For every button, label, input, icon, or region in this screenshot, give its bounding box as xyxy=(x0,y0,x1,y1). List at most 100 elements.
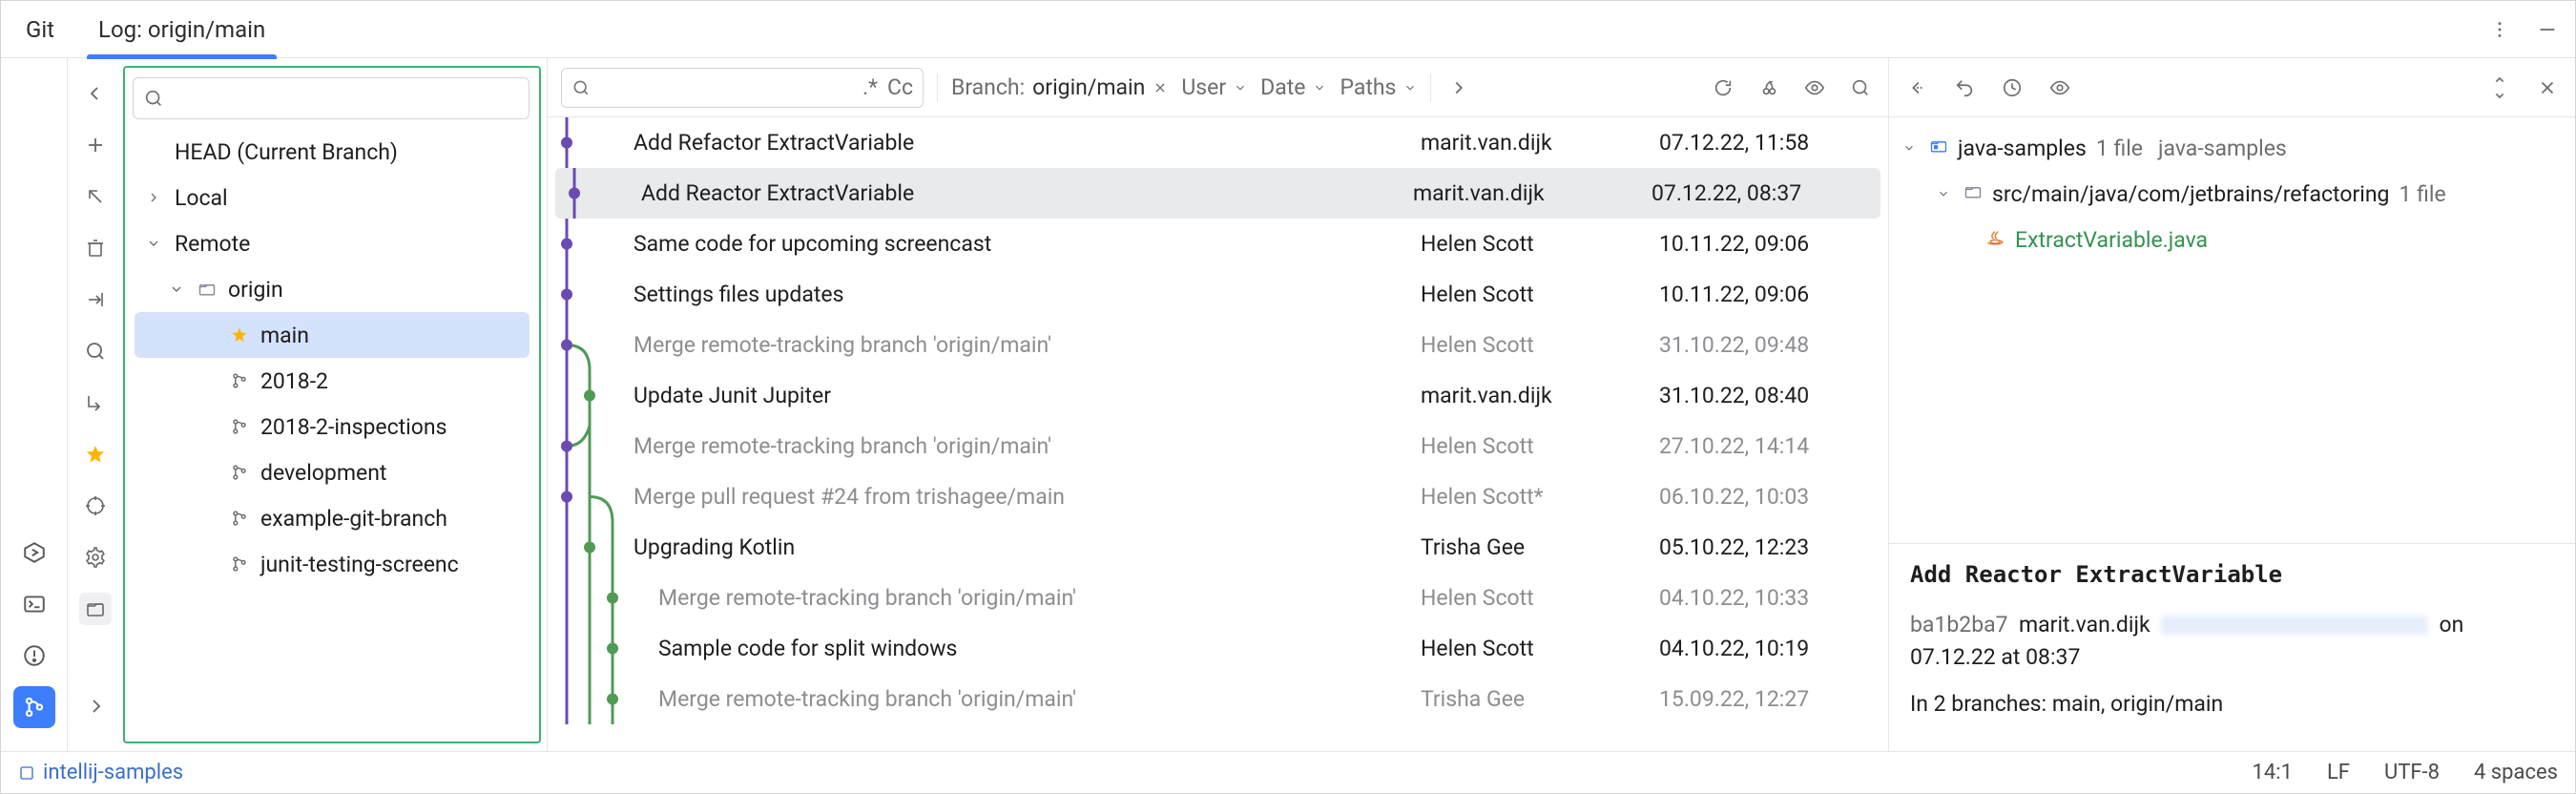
status-eol[interactable]: LF xyxy=(2327,761,2350,784)
commit-graph xyxy=(548,573,634,623)
terminal-icon[interactable] xyxy=(13,583,55,625)
commit-list[interactable]: Add Refactor ExtractVariablemarit.van.di… xyxy=(548,117,1888,751)
new-branch-plus-icon[interactable] xyxy=(79,129,112,161)
commit-row[interactable]: Merge remote-tracking branch 'origin/mai… xyxy=(548,674,1888,724)
commit-row[interactable]: Same code for upcoming screencastHelen S… xyxy=(548,219,1888,269)
commit-author: marit.van.dijk xyxy=(1421,130,1659,156)
user-filter[interactable]: User xyxy=(1181,74,1247,100)
cherry-pick-icon[interactable] xyxy=(1755,73,1783,102)
revert-icon[interactable] xyxy=(1950,73,1979,102)
date-filter[interactable]: Date xyxy=(1260,74,1326,100)
commit-date: 31.10.22, 09:48 xyxy=(1659,332,1869,358)
commit-message: Merge remote-tracking branch 'origin/mai… xyxy=(634,433,1421,459)
close-icon[interactable] xyxy=(1153,80,1168,95)
git-tab[interactable]: Git xyxy=(14,1,66,58)
services-icon[interactable] xyxy=(13,532,55,574)
target-icon[interactable] xyxy=(79,490,112,522)
tool-window-tabs: Git Log: origin/main xyxy=(1,1,2575,58)
status-caret[interactable]: 14:1 xyxy=(2253,761,2293,784)
log-side-toolbar xyxy=(68,58,123,751)
branch-origin-main[interactable]: main xyxy=(135,312,530,358)
commit-row[interactable]: Merge remote-tracking branch 'origin/mai… xyxy=(548,421,1888,471)
tree-path[interactable]: src/main/java/com/jetbrains/refactoring … xyxy=(1902,171,2562,217)
commit-date: 07.12.22, 08:37 xyxy=(1652,180,1861,206)
tree-root[interactable]: java-samples 1 file java-samples xyxy=(1902,125,2562,171)
hide-icon[interactable] xyxy=(2533,15,2562,44)
commit-row[interactable]: Merge remote-tracking branch 'origin/mai… xyxy=(548,573,1888,623)
expand-collapse-icon[interactable] xyxy=(2485,73,2514,102)
refresh-icon[interactable] xyxy=(1709,73,1737,102)
checkout-icon[interactable] xyxy=(79,180,112,213)
commit-row[interactable]: Add Reactor ExtractVariablemarit.van.dij… xyxy=(555,168,1880,219)
commit-row[interactable]: Settings files updatesHelen Scott10.11.2… xyxy=(548,269,1888,320)
commit-date: 05.10.22, 12:23 xyxy=(1659,534,1869,560)
show-diff-arrow-icon[interactable] xyxy=(79,387,112,419)
jump-to-source-icon[interactable] xyxy=(1902,73,1931,102)
branches-panel: HEAD (Current Branch) Local Remote origi… xyxy=(123,66,541,743)
case-toggle[interactable]: Cc xyxy=(887,74,913,100)
status-encoding[interactable]: UTF-8 xyxy=(2384,761,2440,784)
log-tab[interactable]: Log: origin/main xyxy=(87,1,277,58)
commit-date: 04.10.22, 10:33 xyxy=(1659,585,1869,611)
settings-gear-icon[interactable] xyxy=(79,541,112,574)
commit-author: Helen Scott xyxy=(1421,332,1659,358)
branch-filter[interactable]: Branch: origin/main xyxy=(951,74,1168,100)
branch-origin-2018-2-inspections[interactable]: 2018-2-inspections xyxy=(125,404,539,449)
collapse-icon[interactable] xyxy=(79,77,112,110)
branch-origin-example-git-branch[interactable]: example-git-branch xyxy=(125,495,539,541)
branch-icon xyxy=(230,417,251,436)
status-indent[interactable]: 4 spaces xyxy=(2474,761,2558,784)
expand-icon[interactable] xyxy=(79,690,112,722)
eye-icon[interactable] xyxy=(2046,73,2074,102)
branch-label: development xyxy=(260,460,386,486)
commits-search-input[interactable]: .* Cc xyxy=(561,68,924,108)
tree-file[interactable]: ExtractVariable.java xyxy=(1902,217,2562,262)
branch-origin-development[interactable]: development xyxy=(125,449,539,495)
commit-row[interactable]: Merge pull request #24 from trishagee/ma… xyxy=(548,471,1888,522)
favorite-star-icon[interactable] xyxy=(79,438,112,470)
folder-icon xyxy=(197,280,218,299)
problems-icon[interactable] xyxy=(13,635,55,677)
regex-toggle[interactable]: .* xyxy=(862,74,878,100)
eye-preview-icon[interactable] xyxy=(1800,73,1829,102)
commit-row[interactable]: Update Junit Jupitermarit.van.dijk31.10.… xyxy=(548,370,1888,421)
tree-root-tail: java-samples xyxy=(2158,136,2287,161)
compare-diff-icon[interactable] xyxy=(79,283,112,316)
commit-message: Merge remote-tracking branch 'origin/mai… xyxy=(634,332,1421,358)
changes-tree[interactable]: java-samples 1 file java-samples src/mai… xyxy=(1889,117,2575,266)
tree-file-label: ExtractVariable.java xyxy=(2015,227,2208,253)
search-icon[interactable] xyxy=(1846,73,1875,102)
chevron-down-icon xyxy=(1234,81,1247,94)
branch-remote-group[interactable]: Remote xyxy=(125,220,539,266)
delete-icon[interactable] xyxy=(79,232,112,264)
commits-toolbar: .* Cc Branch: origin/main User Date xyxy=(548,58,1888,117)
commit-graph xyxy=(555,168,641,219)
chevron-right-icon[interactable] xyxy=(1444,73,1473,102)
branch-origin-group[interactable]: origin xyxy=(125,266,539,312)
tree-path-label: src/main/java/com/jetbrains/refactoring xyxy=(1992,181,2389,207)
commit-row[interactable]: Sample code for split windowsHelen Scott… xyxy=(548,623,1888,674)
group-by-dir-icon[interactable] xyxy=(79,593,112,625)
more-icon[interactable] xyxy=(2485,15,2514,44)
status-project-label: intellij-samples xyxy=(43,761,183,784)
branch-label: junit-testing-screenc xyxy=(260,552,459,577)
commit-graph xyxy=(548,320,634,370)
branches-search-input[interactable] xyxy=(133,77,530,119)
close-right-panel-icon[interactable] xyxy=(2533,73,2562,102)
status-project[interactable]: intellij-samples xyxy=(18,761,183,784)
branch-origin-junit-testing[interactable]: junit-testing-screenc xyxy=(125,541,539,587)
fetch-icon[interactable] xyxy=(79,335,112,367)
branch-local-group[interactable]: Local xyxy=(125,175,539,220)
branch-head[interactable]: HEAD (Current Branch) xyxy=(125,129,539,175)
paths-filter[interactable]: Paths xyxy=(1340,74,1417,100)
branch-filter-value: origin/main xyxy=(1032,74,1145,100)
commit-row[interactable]: Upgrading KotlinTrisha Gee05.10.22, 12:2… xyxy=(548,522,1888,573)
commit-row[interactable]: Add Refactor ExtractVariablemarit.van.di… xyxy=(548,117,1888,168)
commit-row[interactable]: Merge remote-tracking branch 'origin/mai… xyxy=(548,320,1888,370)
git-tool-icon[interactable] xyxy=(13,686,55,728)
chevron-down-icon xyxy=(1403,81,1417,94)
history-icon[interactable] xyxy=(1998,73,2026,102)
branch-icon xyxy=(230,371,251,390)
branch-origin-label: origin xyxy=(228,277,283,303)
branch-origin-2018-2[interactable]: 2018-2 xyxy=(125,358,539,404)
